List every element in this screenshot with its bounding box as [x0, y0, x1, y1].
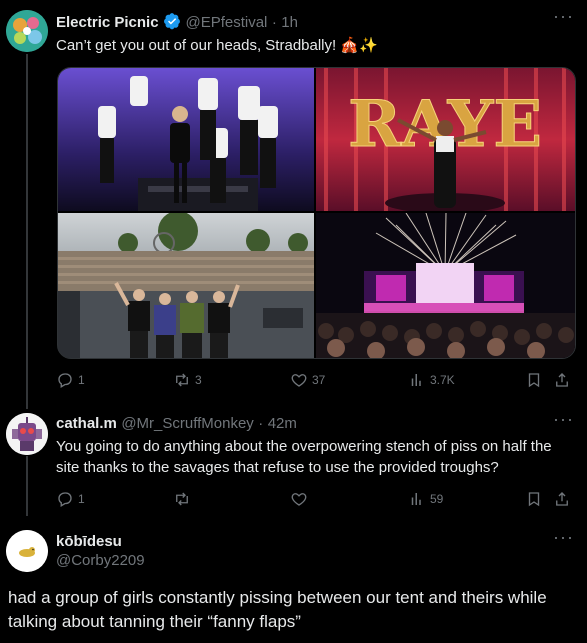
robot-avatar-icon: [6, 413, 48, 455]
thread-line: [26, 54, 28, 409]
reply-count: 1: [78, 373, 85, 387]
views-icon: [411, 374, 421, 386]
verified-badge-icon: [163, 12, 181, 35]
like-button[interactable]: 37: [290, 371, 325, 389]
more-options-icon[interactable]: ···: [553, 527, 574, 548]
retweet-button[interactable]: 3: [173, 371, 202, 389]
media-grid[interactable]: RAYE: [57, 67, 576, 359]
retweet-icon: [176, 373, 188, 387]
tweet-text: Can’t get you out of our heads, Stradbal…: [56, 37, 378, 54]
heart-icon: [291, 374, 307, 387]
like-button[interactable]: [290, 490, 308, 508]
band-crowd-photo: [58, 213, 314, 358]
media-image-4[interactable]: [316, 213, 575, 358]
author-name[interactable]: cathal.m: [56, 415, 117, 432]
author-handle[interactable]: @Mr_ScruffMonkey: [121, 415, 254, 432]
reply-icon: [58, 373, 72, 388]
bookmark-button[interactable]: [525, 371, 543, 389]
more-options-icon[interactable]: ···: [553, 6, 574, 27]
retweet-count: 3: [195, 373, 202, 387]
author-name[interactable]: kōbīdesu: [56, 533, 145, 550]
share-button[interactable]: [553, 371, 571, 389]
separator: ·: [258, 415, 264, 432]
views-count: 3.7K: [430, 373, 455, 387]
avatar-cathal[interactable]: [6, 413, 48, 455]
thread-line: [26, 456, 28, 516]
raye-stage-photo: RAYE: [316, 68, 575, 211]
heart-icon: [291, 493, 307, 506]
views-count: 59: [430, 492, 444, 506]
bookmark-button[interactable]: [525, 490, 543, 508]
avatar-kobidesu[interactable]: [6, 530, 48, 572]
bookmark-icon: [528, 492, 540, 507]
retweet-button[interactable]: [173, 490, 191, 508]
author-handle[interactable]: @EPfestival: [185, 14, 267, 31]
retweet-icon: [176, 492, 188, 506]
timestamp[interactable]: 42m: [268, 415, 297, 432]
like-count: 37: [312, 373, 326, 387]
views-icon: [411, 493, 421, 505]
reply-count: 1: [78, 492, 85, 506]
reply-icon: [58, 492, 72, 507]
more-options-icon[interactable]: ···: [553, 409, 574, 430]
reply-button[interactable]: 1: [56, 371, 85, 389]
media-image-2[interactable]: RAYE: [316, 68, 575, 211]
tweet-text: had a group of girls constantly pissing …: [8, 588, 547, 631]
author-name[interactable]: Electric Picnic: [56, 14, 159, 31]
media-image-1[interactable]: [58, 68, 314, 211]
views-button[interactable]: 3.7K: [408, 371, 455, 389]
avatar-electric-picnic[interactable]: [6, 10, 48, 52]
separator: ·: [271, 14, 277, 31]
share-icon: [556, 492, 568, 506]
author-handle[interactable]: @Corby2209: [56, 552, 145, 569]
views-button[interactable]: 59: [408, 490, 443, 508]
reply-button[interactable]: 1: [56, 490, 85, 508]
dancers-photo: [58, 68, 314, 211]
bookmark-icon: [528, 373, 540, 388]
share-icon: [556, 373, 568, 387]
bird-avatar-icon: [6, 530, 48, 572]
festival-logo-icon: [6, 10, 48, 52]
media-image-3[interactable]: [58, 213, 314, 358]
share-button[interactable]: [553, 490, 571, 508]
night-stage-photo: [316, 213, 575, 358]
timestamp[interactable]: 1h: [281, 14, 298, 31]
tweet-text: You going to do anything about the overp…: [56, 438, 552, 476]
